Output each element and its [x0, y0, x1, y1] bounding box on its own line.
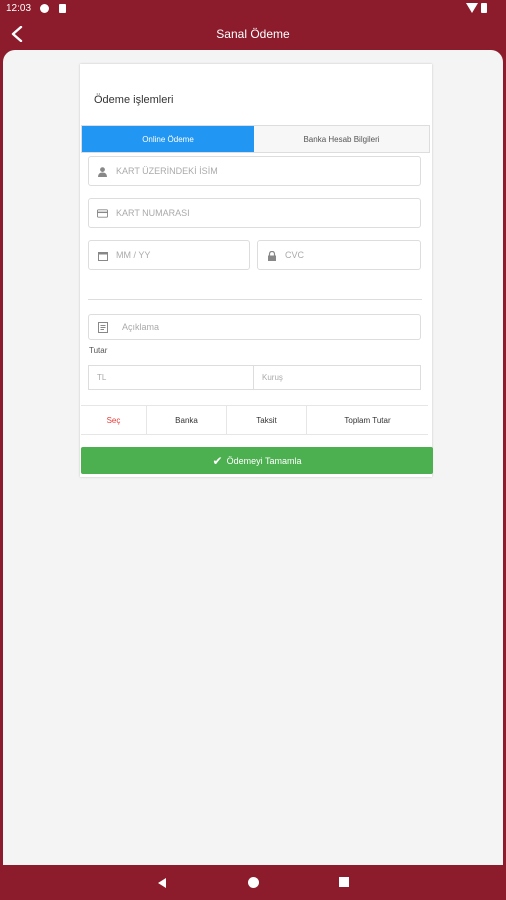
status-bar: 12:03: [0, 0, 506, 18]
cardholder-name-field[interactable]: KART ÜZERİNDEKİ İSİM: [88, 156, 421, 186]
cvc-field[interactable]: CVC: [257, 240, 421, 270]
lock-icon: [266, 250, 277, 261]
column-total-amount: Toplam Tutar: [344, 415, 391, 425]
user-icon: [97, 166, 108, 177]
payment-card: Ödeme işlemleri Online Ödeme Banka Hesab…: [80, 64, 432, 477]
amount-inputs: TL Kuruş: [88, 365, 421, 390]
amount-tl-input[interactable]: TL: [89, 366, 254, 389]
calendar-icon: [97, 250, 108, 261]
page-title: Sanal Ödeme: [216, 27, 290, 41]
credit-card-icon: [97, 208, 108, 219]
nav-back-icon[interactable]: [158, 878, 166, 888]
amount-label: Tutar: [89, 346, 108, 355]
divider: [88, 299, 422, 300]
nav-home-icon[interactable]: [248, 877, 259, 888]
description-placeholder: Açıklama: [122, 322, 160, 332]
p-icon: [40, 4, 49, 13]
wifi-icon: [466, 3, 478, 13]
status-time: 12:03: [6, 3, 32, 14]
check-icon: ✔: [212, 453, 223, 468]
system-nav-bar: [0, 865, 506, 900]
note-icon: [97, 322, 108, 333]
complete-payment-button[interactable]: ✔ Ödemeyi Tamamla: [81, 447, 433, 474]
expiry-field[interactable]: MM / YY: [88, 240, 250, 270]
column-installment: Taksit: [227, 406, 307, 434]
nav-recents-icon[interactable]: [339, 877, 349, 887]
tab-online-payment[interactable]: Online Ödeme: [82, 126, 254, 152]
app-bar: Sanal Ödeme: [0, 18, 506, 50]
column-select[interactable]: Seç: [81, 406, 147, 434]
bank-table-header: Seç Banka Taksit Toplam Tutar: [81, 405, 428, 435]
card-number-field[interactable]: KART NUMARASI: [88, 198, 421, 228]
expiry-placeholder: MM / YY: [116, 250, 151, 260]
card-title: Ödeme işlemleri: [94, 94, 174, 106]
amount-kurus-input[interactable]: Kuruş: [254, 366, 420, 389]
payment-tabs: Online Ödeme Banka Hesab Bilgileri: [81, 125, 430, 153]
sim-card-icon: [59, 4, 66, 13]
description-field[interactable]: Açıklama: [88, 314, 421, 340]
card-number-placeholder: KART NUMARASI: [116, 208, 190, 218]
complete-payment-label: Ödemeyi Tamamla: [226, 455, 302, 466]
battery-icon: [481, 3, 487, 13]
cardholder-name-placeholder: KART ÜZERİNDEKİ İSİM: [116, 166, 218, 176]
column-bank: Banka: [147, 406, 227, 434]
tab-bank-account-info[interactable]: Banka Hesab Bilgileri: [254, 126, 429, 152]
cvc-placeholder: CVC: [285, 250, 305, 260]
